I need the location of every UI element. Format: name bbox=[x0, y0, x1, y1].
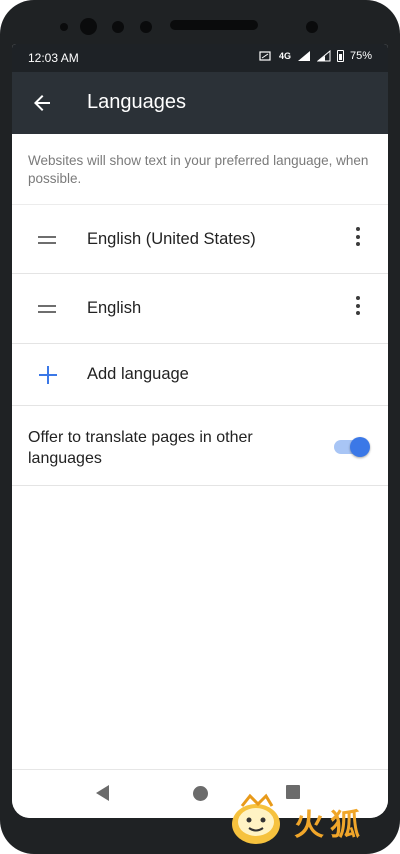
add-language-label: Add language bbox=[87, 365, 189, 383]
translate-toggle[interactable] bbox=[334, 436, 370, 457]
watermark-text: 火狐 bbox=[294, 808, 366, 843]
screen: 12:03 AM 4G 75% Languages Websites will … bbox=[12, 44, 388, 818]
signal-weak-icon bbox=[316, 50, 331, 62]
sensor-dot bbox=[140, 21, 152, 33]
language-label: English bbox=[87, 299, 142, 317]
translate-setting-label: Offer to translate pages in other langua… bbox=[28, 429, 253, 467]
nav-home-icon[interactable] bbox=[193, 786, 208, 801]
phone-top-bezel bbox=[0, 14, 400, 40]
nav-back-icon[interactable] bbox=[96, 785, 109, 801]
signal-icon bbox=[297, 51, 310, 61]
toggle-thumb bbox=[350, 437, 370, 457]
page-title: Languages bbox=[87, 91, 186, 113]
sensor-dot bbox=[60, 23, 68, 31]
language-row-english[interactable]: English bbox=[12, 274, 388, 344]
more-vert-icon[interactable] bbox=[348, 227, 368, 253]
language-row-english-us[interactable]: English (United States) bbox=[12, 204, 388, 274]
front-camera bbox=[80, 18, 97, 35]
status-time: 12:03 AM bbox=[28, 51, 79, 65]
description-text: Websites will show text in your preferre… bbox=[28, 153, 369, 186]
translate-setting-row[interactable]: Offer to translate pages in other langua… bbox=[12, 406, 388, 486]
arrow-back-icon bbox=[34, 95, 50, 111]
sensor-dot bbox=[306, 21, 318, 33]
mascot-icon bbox=[232, 793, 280, 844]
battery-percent: 75% bbox=[349, 50, 372, 62]
plus-icon bbox=[39, 366, 57, 384]
app-bar: Languages bbox=[12, 72, 388, 134]
back-button[interactable] bbox=[26, 87, 58, 119]
network-type-label: 4G bbox=[278, 51, 291, 61]
nfc-icon bbox=[259, 51, 271, 61]
sensor-dot bbox=[112, 21, 124, 33]
earpiece-speaker bbox=[170, 20, 258, 30]
drag-handle-icon[interactable] bbox=[38, 236, 56, 244]
drag-handle-icon[interactable] bbox=[38, 305, 56, 313]
battery-icon bbox=[336, 50, 344, 62]
more-vert-icon[interactable] bbox=[348, 296, 368, 322]
watermark-logo: 火狐 bbox=[222, 792, 392, 850]
language-label: English (United States) bbox=[87, 230, 256, 248]
status-bar: 12:03 AM 4G 75% bbox=[12, 44, 388, 72]
phone-frame: 12:03 AM 4G 75% Languages Websites will … bbox=[0, 0, 400, 854]
status-icons: 4G 75% bbox=[259, 50, 372, 62]
add-language-button[interactable]: Add language bbox=[12, 344, 388, 406]
